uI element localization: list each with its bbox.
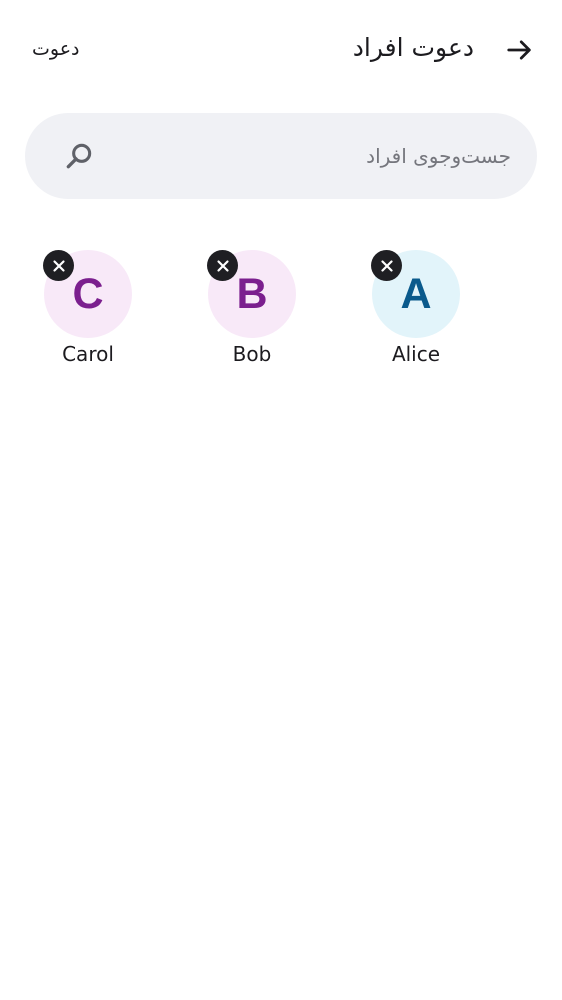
close-icon: [216, 259, 229, 272]
person-name: Alice: [391, 342, 441, 366]
page-title: دعوت افراد: [352, 33, 474, 62]
person-name: Carol: [62, 342, 114, 366]
invite-people-screen: دعوت افراد دعوت A Alice B: [0, 0, 562, 1000]
search-bar[interactable]: [25, 113, 537, 199]
top-app-bar: دعوت افراد دعوت: [0, 0, 562, 100]
selected-people-list: A Alice B Bob C Carol: [0, 250, 562, 380]
search-input[interactable]: [115, 113, 511, 199]
close-icon: [52, 259, 65, 272]
selected-person-bob[interactable]: B Bob: [192, 250, 312, 375]
back-button[interactable]: [500, 30, 540, 70]
selected-person-alice[interactable]: A Alice: [356, 250, 476, 375]
person-name: Bob: [232, 342, 272, 366]
close-icon: [380, 259, 393, 272]
avatar-initial: B: [236, 269, 268, 318]
remove-person-button[interactable]: [207, 250, 238, 281]
remove-person-button[interactable]: [43, 250, 74, 281]
avatar-initial: A: [400, 269, 432, 318]
avatar-initial: C: [72, 269, 104, 318]
selected-person-carol[interactable]: C Carol: [28, 250, 148, 375]
search-icon[interactable]: [63, 140, 95, 172]
invite-button[interactable]: دعوت: [22, 32, 90, 66]
remove-person-button[interactable]: [371, 250, 402, 281]
arrow-forward-icon: [507, 40, 531, 60]
